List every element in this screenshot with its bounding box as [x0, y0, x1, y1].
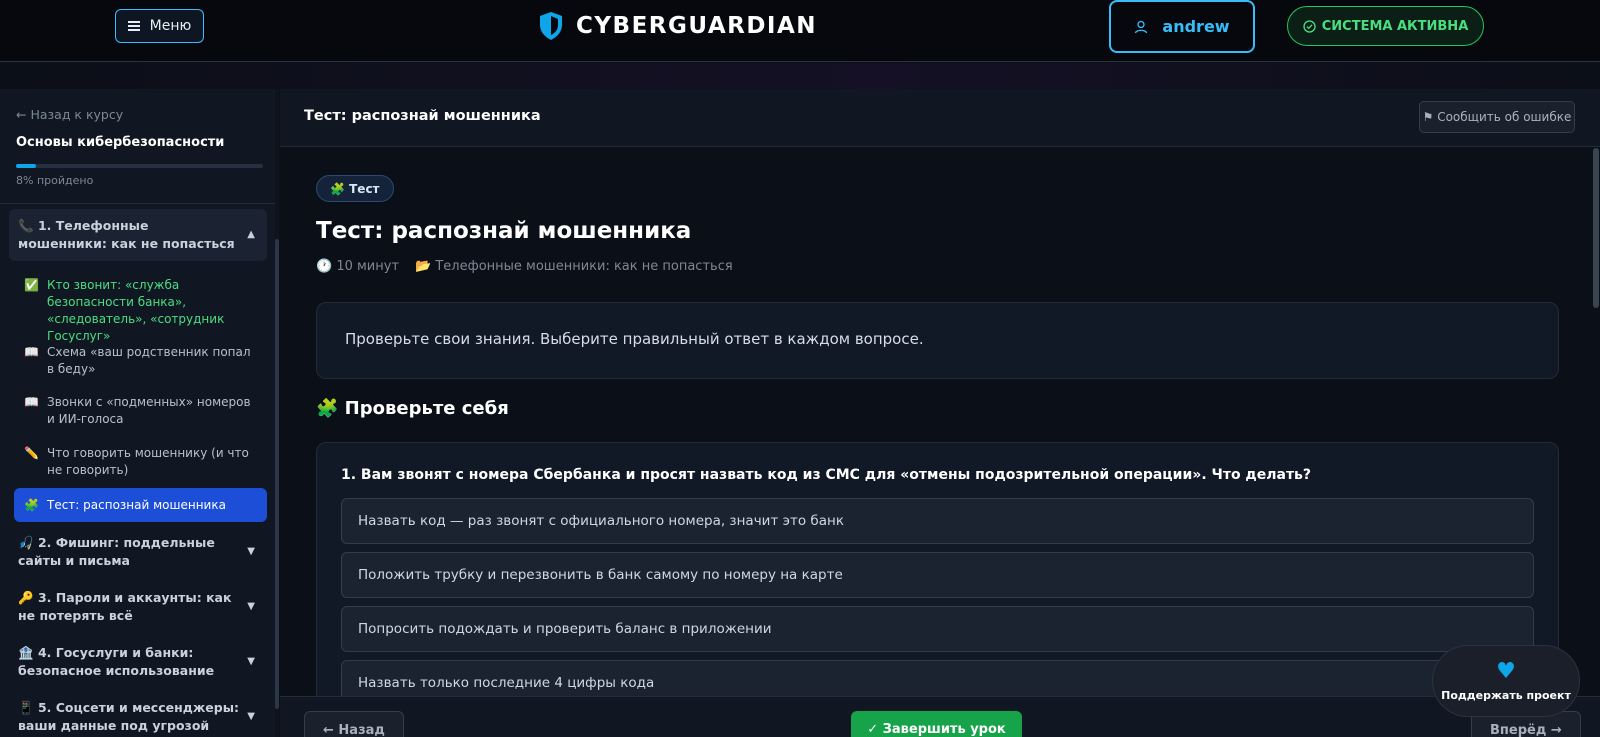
answer-option[interactable]: Назвать только последние 4 цифры кода: [341, 660, 1534, 696]
lesson-meta: 🕐 10 минут 📂 Телефонные мошенники: как н…: [316, 259, 733, 274]
menu-button-label: Меню: [149, 18, 192, 34]
header-subbar: [0, 63, 1600, 89]
puzzle-icon: 🧩: [24, 498, 39, 512]
check-circle-icon: [1303, 19, 1316, 33]
fishing-icon: 🎣: [18, 535, 34, 550]
phone-icon: 📞: [18, 218, 34, 233]
mobile-phone-icon: 📱: [18, 700, 34, 715]
module-4[interactable]: 🏦 4. Госуслуги и банки: безопасное испол…: [9, 636, 267, 688]
system-status-badge[interactable]: СИСТЕМА АКТИВНА: [1287, 6, 1484, 46]
section-title: 🧩 Проверьте себя: [316, 398, 509, 419]
module-5[interactable]: 📱 5. Соцсети и мессенджеры: ваши данные …: [9, 691, 267, 737]
course-sidebar: ← Назад к курсу Основы кибербезопасности…: [0, 89, 279, 737]
course-progress-fill: [16, 164, 36, 168]
module-3[interactable]: 🔑 3. Пароли и аккаунты: как не потерять …: [9, 581, 267, 633]
lesson-item[interactable]: 📖 Звонки с «подменных» номеров и ИИ-голо…: [14, 394, 267, 428]
question-text: 1. Вам звонят с номера Сбербанка и прося…: [341, 467, 1312, 483]
support-project-button[interactable]: ♥ Поддержать проект: [1432, 645, 1580, 717]
question-card: 1. Вам звонят с номера Сбербанка и прося…: [316, 442, 1559, 696]
system-status-label: СИСТЕМА АКТИВНА: [1321, 18, 1469, 34]
lesson-header-title: Тест: распознай мошенника: [304, 108, 541, 124]
lesson-item[interactable]: ✅ Кто звонит: «служба безопасности банка…: [14, 277, 267, 345]
lesson-title: Тест: распознай мошенника: [47, 497, 226, 512]
hamburger-icon: [127, 21, 140, 31]
sidebar-divider: [0, 203, 275, 204]
back-to-course-link[interactable]: ← Назад к курсу: [16, 107, 123, 122]
course-progress-text: 8% пройдено: [16, 174, 94, 187]
lesson-item[interactable]: ✏️ Что говорить мошеннику (и что не гово…: [14, 445, 267, 479]
course-title: Основы кибербезопасности: [16, 135, 225, 150]
lesson-title: Схема «ваш родственник попал в беду»: [47, 345, 251, 376]
content-scrollbar[interactable]: [1592, 148, 1600, 696]
lesson-title: Что говорить мошеннику (и что не говорит…: [47, 446, 249, 477]
module-2[interactable]: 🎣 2. Фишинг: поддельные сайты и письма ▼: [9, 526, 267, 578]
lesson-title: Кто звонит: «служба безопасности банка»,…: [47, 278, 225, 343]
lesson-header: Тест: распознай мошенника ⚑ Сообщить об …: [280, 89, 1600, 147]
lesson-duration: 🕐 10 минут: [316, 259, 400, 274]
chevron-down-icon: ▼: [247, 601, 255, 612]
book-icon: 📖: [24, 395, 39, 409]
module-title: 1. Телефонные мошенники: как не попастьс…: [18, 218, 235, 251]
chevron-down-icon: ▼: [247, 711, 255, 722]
lesson-type-badge: 🧩 Тест: [316, 175, 394, 202]
user-profile-button[interactable]: andrew: [1109, 0, 1255, 53]
report-error-button[interactable]: ⚑ Сообщить об ошибке: [1419, 101, 1575, 133]
top-bar: Меню CYBERGUARDIAN andrew СИСТЕМА АКТИВН…: [0, 0, 1600, 62]
heart-icon: ♥: [1496, 658, 1516, 684]
chevron-down-icon: ▼: [247, 546, 255, 557]
answer-option[interactable]: Назвать код — раз звонят с официального …: [341, 498, 1534, 544]
lesson-title: Тест: распознай мошенника: [316, 218, 692, 244]
book-icon: 📖: [24, 345, 39, 359]
complete-lesson-button[interactable]: ✓ Завершить урок: [851, 711, 1022, 737]
brand-name: CYBERGUARDIAN: [576, 13, 818, 39]
lesson-navigation: ← Назад ✓ Завершить урок Вперёд →: [280, 696, 1600, 737]
answer-option[interactable]: Попросить подождать и проверить баланс в…: [341, 606, 1534, 652]
check-icon: ✅: [24, 278, 39, 292]
lesson-item[interactable]: 📖 Схема «ваш родственник попал в беду»: [14, 344, 267, 378]
lesson-content: 🧩 Тест Тест: распознай мошенника 🕐 10 ми…: [280, 148, 1592, 696]
sidebar-scrollbar-thumb[interactable]: [275, 239, 279, 709]
key-icon: 🔑: [18, 590, 34, 605]
content-scrollbar-thumb[interactable]: [1593, 148, 1599, 308]
lesson-item-active[interactable]: 🧩 Тест: распознай мошенника: [14, 488, 267, 522]
module-title: 2. Фишинг: поддельные сайты и письма: [18, 535, 215, 568]
chevron-up-icon: ▲: [247, 229, 255, 240]
module-title: 5. Соцсети и мессенджеры: ваши данные по…: [18, 700, 240, 733]
intro-card: Проверьте свои знания. Выберите правильн…: [316, 302, 1559, 379]
user-icon: [1135, 20, 1148, 33]
bank-icon: 🏦: [18, 645, 34, 660]
course-progress-bar: [16, 164, 263, 168]
lesson-module-ref: 📂 Телефонные мошенники: как не попасться: [415, 259, 733, 274]
sidebar-scrollbar[interactable]: [275, 89, 279, 737]
module-title: 4. Госуслуги и банки: безопасное использ…: [18, 645, 215, 678]
lesson-title: Звонки с «подменных» номеров и ИИ-голоса: [47, 395, 251, 426]
module-title: 3. Пароли и аккаунты: как не потерять вс…: [18, 590, 232, 623]
shield-icon: [540, 12, 562, 40]
answer-option[interactable]: Положить трубку и перезвонить в банк сам…: [341, 552, 1534, 598]
support-project-label: Поддержать проект: [1441, 688, 1571, 702]
previous-lesson-button[interactable]: ← Назад: [304, 711, 404, 737]
pencil-icon: ✏️: [24, 446, 39, 460]
brand[interactable]: CYBERGUARDIAN: [538, 10, 817, 42]
user-name: andrew: [1162, 17, 1230, 36]
menu-button[interactable]: Меню: [115, 9, 204, 43]
chevron-down-icon: ▼: [247, 656, 255, 667]
module-1[interactable]: 📞 1. Телефонные мошенники: как не попаст…: [9, 209, 267, 261]
